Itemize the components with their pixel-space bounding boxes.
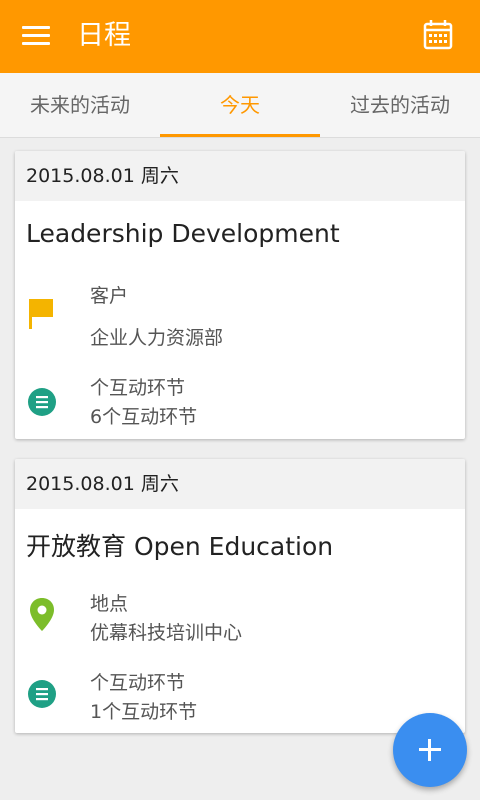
location-label: 地点 [90,593,129,615]
calendar-icon [423,20,453,50]
list-icon [28,388,56,416]
event-card[interactable]: 2015.08.01 周六 开放教育 Open Education 地点 优幕科… [15,459,465,733]
sessions-value: 1个互动环节 [90,701,198,723]
sessions-value: 6个互动环节 [90,406,198,428]
sessions-label: 个互动环节 [90,377,186,399]
event-date: 2015.08.01 周六 [15,459,465,509]
location-pin-icon [30,598,54,631]
event-title: Leadership Development [26,219,340,248]
tab-today[interactable]: 今天 [160,73,320,137]
list-icon [28,680,56,708]
event-date: 2015.08.01 周六 [15,151,465,201]
client-label: 客户 [90,285,129,307]
tab-past[interactable]: 过去的活动 [320,73,480,137]
flag-icon [29,299,53,329]
menu-icon[interactable] [22,26,50,46]
app-bar: 日程 [0,0,480,73]
calendar-button[interactable] [418,18,458,54]
sessions-label: 个互动环节 [90,672,186,694]
location-value: 优幕科技培训中心 [90,622,243,644]
event-card[interactable]: 2015.08.01 周六 Leadership Development 客户 … [15,151,465,439]
add-event-button[interactable] [393,713,467,787]
tab-upcoming[interactable]: 未来的活动 [0,73,160,137]
client-value: 企业人力资源部 [90,327,224,349]
tab-indicator [160,134,320,137]
event-title: 开放教育 Open Education [26,532,334,561]
page-title: 日程 [77,20,131,51]
tab-bar: 未来的活动 今天 过去的活动 [0,73,480,138]
